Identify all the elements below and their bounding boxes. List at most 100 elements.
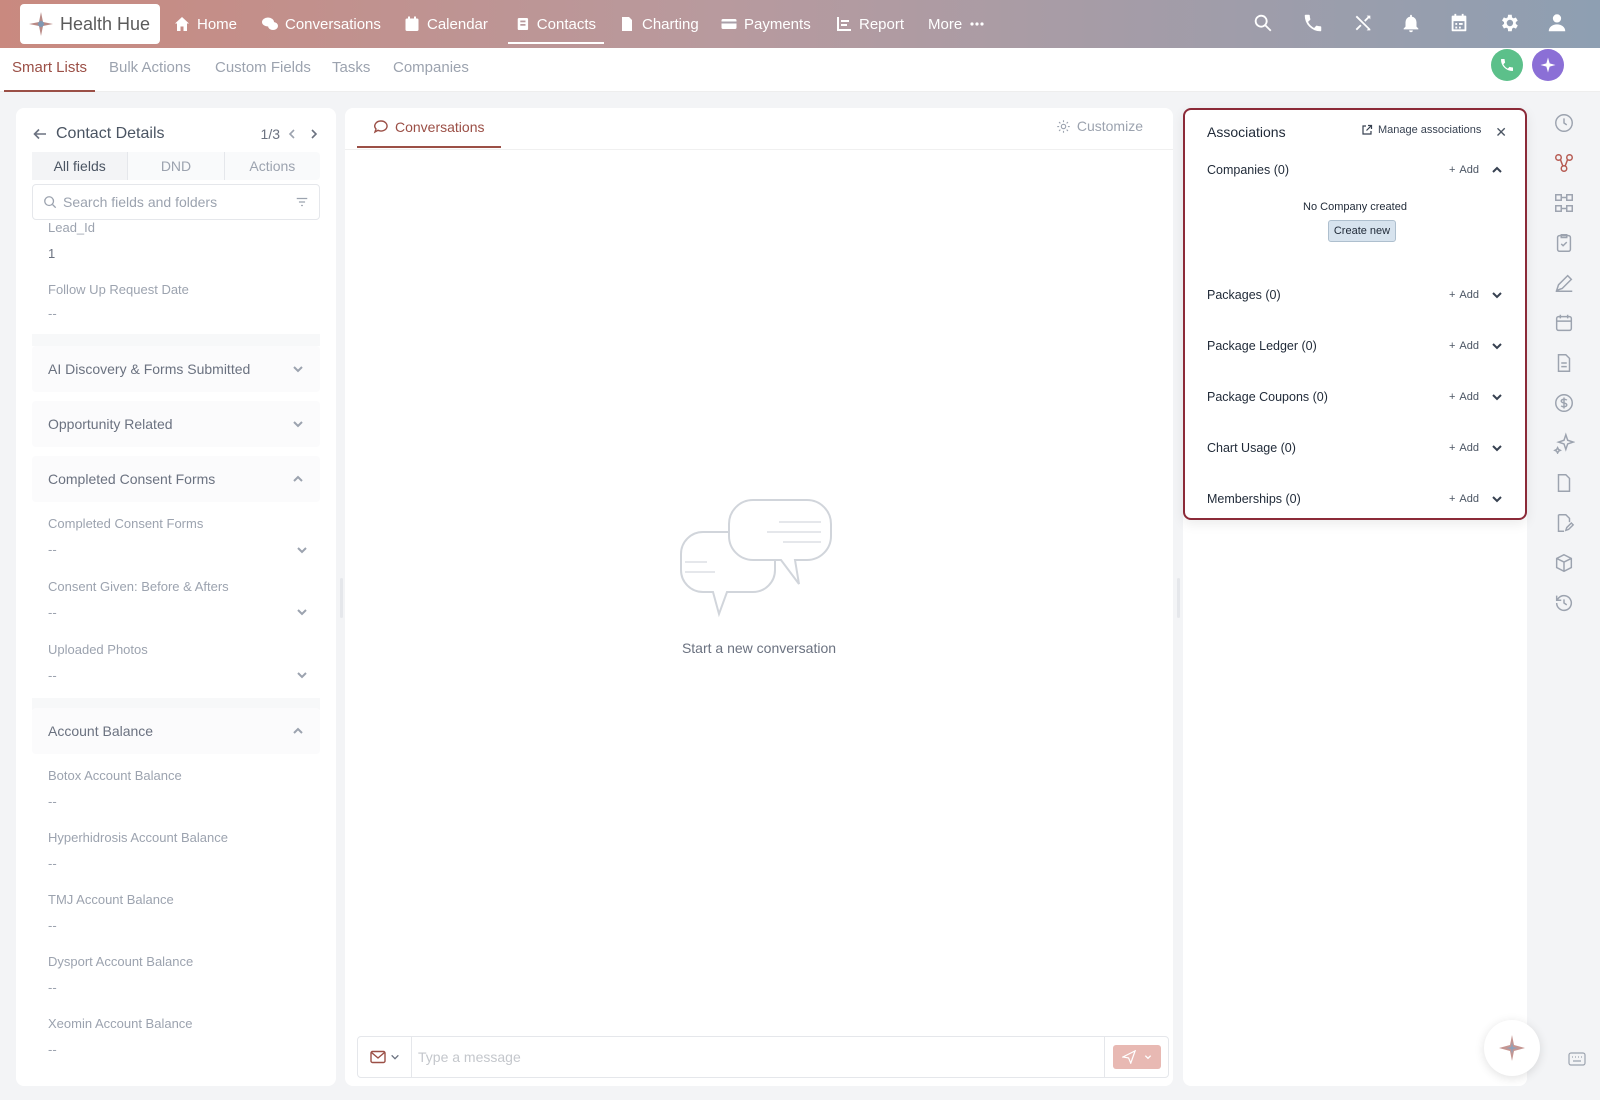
contact-details-title: Contact Details bbox=[56, 125, 165, 142]
workflow-icon[interactable] bbox=[1553, 192, 1575, 214]
message-input[interactable] bbox=[412, 1049, 1104, 1065]
send-button[interactable] bbox=[1104, 1037, 1168, 1077]
subtab-custom-fields[interactable]: Custom Fields bbox=[215, 48, 311, 92]
add-package-ledger-button[interactable]: + Add bbox=[1449, 340, 1479, 352]
field-value-lead-id[interactable]: 1 bbox=[48, 246, 55, 261]
tab-conversations[interactable]: Conversations bbox=[357, 108, 501, 148]
chevron-down-icon[interactable] bbox=[296, 669, 308, 681]
add-company-button[interactable]: + Add bbox=[1449, 164, 1479, 176]
close-icon[interactable]: ✕ bbox=[1495, 124, 1507, 141]
field-value-tmj-balance[interactable]: -- bbox=[48, 918, 57, 933]
calendar-grid-icon[interactable] bbox=[1448, 12, 1472, 36]
search-icon[interactable] bbox=[1252, 12, 1276, 36]
plus-icon: + bbox=[1448, 442, 1456, 454]
create-new-button[interactable]: Create new bbox=[1328, 220, 1396, 242]
shuffle-icon[interactable] bbox=[1352, 12, 1376, 36]
customize-button[interactable]: Customize bbox=[1056, 118, 1143, 134]
nav-charting[interactable]: Charting bbox=[619, 0, 699, 48]
clipboard-check-icon[interactable] bbox=[1553, 232, 1575, 254]
tab-all-fields[interactable]: All fields bbox=[32, 152, 129, 180]
nav-more[interactable]: More bbox=[928, 0, 985, 48]
chevron-down-icon[interactable] bbox=[296, 544, 308, 556]
tab-conversations-label: Conversations bbox=[395, 119, 485, 135]
nav-report[interactable]: Report bbox=[836, 0, 904, 48]
nav-conversations[interactable]: Conversations bbox=[262, 0, 381, 48]
dollar-icon[interactable] bbox=[1553, 392, 1575, 414]
gear-icon[interactable] bbox=[1498, 12, 1522, 36]
search-fields-input[interactable] bbox=[63, 194, 289, 210]
chevron-down-icon[interactable] bbox=[1491, 340, 1503, 352]
manage-associations-link[interactable]: Manage associations bbox=[1361, 124, 1481, 136]
section-opportunity[interactable]: Opportunity Related bbox=[32, 401, 320, 447]
ai-assistant-fab[interactable] bbox=[1484, 1020, 1540, 1076]
chevron-down-icon bbox=[293, 366, 303, 373]
section-ai-discovery[interactable]: AI Discovery & Forms Submitted bbox=[32, 346, 320, 392]
message-composer bbox=[357, 1036, 1169, 1078]
tab-actions[interactable]: Actions bbox=[225, 152, 320, 180]
field-label-consent-given: Consent Given: Before & Afters bbox=[48, 579, 229, 594]
field-value-completed-consent[interactable]: -- bbox=[48, 542, 57, 557]
subtab-smart-lists[interactable]: Smart Lists bbox=[4, 48, 96, 92]
chevron-up-icon[interactable] bbox=[1491, 164, 1503, 176]
field-value-dysport-balance[interactable]: -- bbox=[48, 980, 57, 995]
add-package-button[interactable]: + Add bbox=[1449, 289, 1479, 301]
field-value-hyperhidrosis-balance[interactable]: -- bbox=[48, 856, 57, 871]
panel-resize-handle[interactable] bbox=[1177, 578, 1180, 618]
history-icon[interactable] bbox=[1553, 592, 1575, 614]
pen-icon[interactable] bbox=[1553, 272, 1575, 294]
chevron-up-icon bbox=[293, 727, 303, 734]
section-opportunity-title: Opportunity Related bbox=[48, 416, 173, 432]
channel-selector[interactable] bbox=[358, 1037, 412, 1077]
field-value-botox-balance[interactable]: -- bbox=[48, 794, 57, 809]
field-label-completed-consent: Completed Consent Forms bbox=[48, 516, 204, 531]
contact-details-header: Contact Details 1/3 bbox=[32, 120, 320, 148]
calendar-icon[interactable] bbox=[1553, 312, 1575, 334]
field-value-follow-up-date[interactable]: -- bbox=[48, 306, 57, 321]
back-arrow-icon[interactable] bbox=[32, 126, 48, 142]
section-account-balance[interactable]: Account Balance bbox=[32, 708, 320, 754]
section-consent-forms[interactable]: Completed Consent Forms bbox=[32, 456, 320, 502]
document-icon[interactable] bbox=[1553, 352, 1575, 374]
chevron-down-icon[interactable] bbox=[1491, 442, 1503, 454]
chevron-down-icon[interactable] bbox=[1491, 493, 1503, 505]
call-button[interactable] bbox=[1491, 49, 1523, 81]
panel-resize-handle[interactable] bbox=[340, 578, 343, 618]
file-icon[interactable] bbox=[1553, 472, 1575, 494]
chevron-left-icon[interactable] bbox=[286, 128, 298, 140]
brand-logo[interactable]: Health Hue bbox=[20, 4, 160, 44]
add-chart-usage-button[interactable]: + Add bbox=[1449, 442, 1479, 454]
chevron-down-icon[interactable] bbox=[1491, 391, 1503, 403]
nav-report-label: Report bbox=[859, 15, 905, 33]
tab-dnd[interactable]: DND bbox=[128, 152, 225, 180]
file-edit-icon[interactable] bbox=[1553, 512, 1575, 534]
nav-calendar[interactable]: Calendar bbox=[404, 0, 488, 48]
chevron-down-icon bbox=[390, 1054, 399, 1060]
bell-icon[interactable] bbox=[1400, 12, 1424, 36]
subtab-bulk-actions[interactable]: Bulk Actions bbox=[109, 48, 191, 92]
chevron-right-icon[interactable] bbox=[308, 128, 320, 140]
field-value-consent-given[interactable]: -- bbox=[48, 605, 57, 620]
phone-icon[interactable] bbox=[1302, 12, 1326, 36]
nav-home-label: Home bbox=[197, 15, 238, 33]
chevron-down-icon[interactable] bbox=[1491, 289, 1503, 301]
field-value-uploaded-photos[interactable]: -- bbox=[48, 668, 57, 683]
nav-home[interactable]: Home bbox=[174, 0, 237, 48]
card-icon bbox=[721, 19, 737, 29]
logo-icon bbox=[29, 12, 53, 36]
filter-icon[interactable] bbox=[295, 195, 309, 209]
add-membership-button[interactable]: + Add bbox=[1449, 493, 1479, 505]
user-icon[interactable] bbox=[1546, 12, 1570, 36]
subtab-companies[interactable]: Companies bbox=[393, 48, 469, 92]
subtab-tasks[interactable]: Tasks bbox=[332, 48, 370, 92]
associations-icon[interactable] bbox=[1553, 152, 1575, 174]
ai-assistant-button[interactable] bbox=[1532, 49, 1564, 81]
nav-contacts[interactable]: Contacts bbox=[508, 0, 604, 48]
nav-payments[interactable]: Payments bbox=[721, 0, 811, 48]
field-value-xeomin-balance[interactable]: -- bbox=[48, 1042, 57, 1057]
chevron-down-icon[interactable] bbox=[296, 606, 308, 618]
sparkle-icon[interactable] bbox=[1553, 432, 1575, 454]
keyboard-icon[interactable] bbox=[1568, 1052, 1586, 1066]
add-package-coupon-button[interactable]: + Add bbox=[1449, 391, 1479, 403]
package-icon[interactable] bbox=[1553, 552, 1575, 574]
activity-clock-icon[interactable] bbox=[1553, 112, 1575, 134]
